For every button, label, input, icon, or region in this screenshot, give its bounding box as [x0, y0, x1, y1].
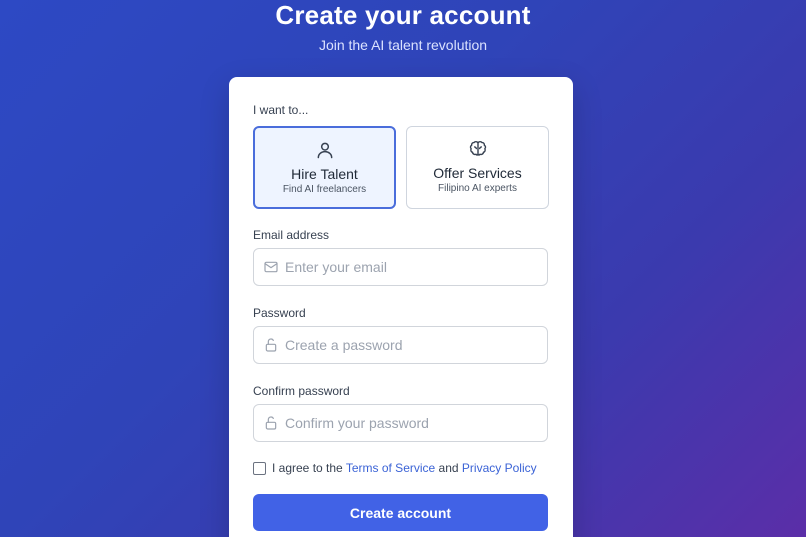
page-title: Create your account	[275, 0, 531, 30]
privacy-policy-link[interactable]: Privacy Policy	[462, 461, 537, 475]
create-account-button[interactable]: Create account	[253, 494, 548, 531]
password-input[interactable]	[285, 327, 540, 363]
email-label: Email address	[253, 228, 330, 242]
password-field	[253, 326, 548, 364]
role-option-hire-talent[interactable]: Hire Talent Find AI freelancers	[253, 126, 396, 209]
confirm-password-label: Confirm password	[253, 384, 350, 398]
role-option-offer-services[interactable]: Offer Services Filipino AI experts	[406, 126, 549, 209]
confirm-password-input[interactable]	[285, 405, 540, 441]
brain-icon	[469, 140, 486, 156]
user-icon	[317, 142, 332, 159]
role-title: Hire Talent	[291, 166, 358, 182]
password-label: Password	[253, 306, 306, 320]
email-field	[253, 248, 548, 286]
mail-icon	[264, 261, 278, 273]
role-subtitle: Filipino AI experts	[438, 183, 517, 194]
agree-checkbox[interactable]	[253, 462, 266, 475]
terms-of-service-link[interactable]: Terms of Service	[346, 461, 435, 475]
confirm-password-field	[253, 404, 548, 442]
role-subtitle: Find AI freelancers	[282, 184, 367, 195]
agree-prefix: I agree to the	[272, 461, 343, 475]
email-input[interactable]	[285, 249, 540, 285]
agree-conjunction: and	[438, 461, 459, 475]
role-label: I want to...	[253, 103, 309, 117]
signup-card: I want to... Hire Talent Find AI freelan…	[229, 77, 573, 537]
agree-text: I agree to the Terms of Service and Priv…	[272, 461, 537, 476]
page-subtitle: Join the AI talent revolution	[318, 37, 488, 53]
lock-icon	[265, 416, 277, 430]
role-title: Offer Services	[433, 165, 522, 181]
lock-icon	[265, 338, 277, 352]
